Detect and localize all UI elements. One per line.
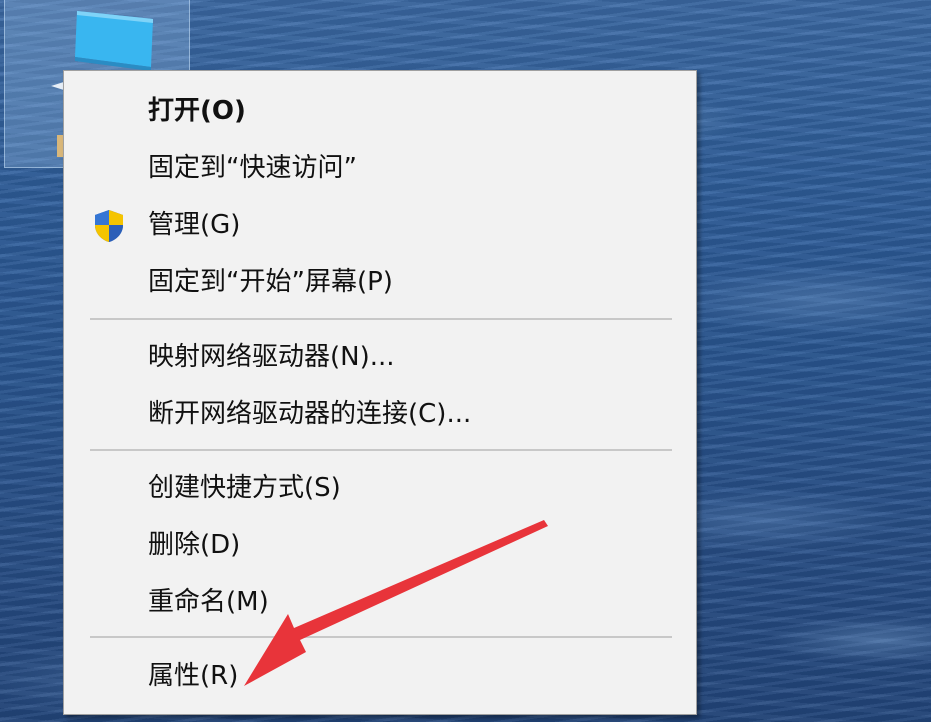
desktop-background: 打开(O) 固定到“快速访问” 管理(G) 固定到“开始”屏幕(P) 映射网络驱… xyxy=(0,0,931,722)
menu-item-label: 重命名(M) xyxy=(148,587,269,617)
context-menu: 打开(O) 固定到“快速访问” 管理(G) 固定到“开始”屏幕(P) 映射网络驱… xyxy=(63,70,697,715)
menu-item-map-network-drive[interactable]: 映射网络驱动器(N)... xyxy=(64,329,696,385)
menu-separator xyxy=(90,449,672,451)
menu-item-create-shortcut[interactable]: 创建快捷方式(S) xyxy=(64,460,696,516)
menu-item-label: 固定到“快速访问” xyxy=(148,153,357,183)
menu-item-disconnect-network-drive[interactable]: 断开网络驱动器的连接(C)... xyxy=(64,386,696,442)
menu-item-pin-start[interactable]: 固定到“开始”屏幕(P) xyxy=(64,254,696,310)
monitor-icon xyxy=(75,11,153,71)
uac-shield-icon xyxy=(95,210,123,242)
menu-item-label: 创建快捷方式(S) xyxy=(148,473,341,503)
menu-item-properties[interactable]: 属性(R) xyxy=(64,648,696,704)
menu-item-label: 打开(O) xyxy=(148,96,246,126)
menu-item-delete[interactable]: 删除(D) xyxy=(64,517,696,573)
menu-separator xyxy=(90,636,672,638)
menu-item-rename[interactable]: 重命名(M) xyxy=(64,574,696,630)
menu-separator xyxy=(90,318,672,320)
menu-item-label: 属性(R) xyxy=(148,661,239,691)
menu-item-open[interactable]: 打开(O) xyxy=(64,83,696,139)
menu-item-manage[interactable]: 管理(G) xyxy=(64,197,696,253)
menu-item-pin-quick-access[interactable]: 固定到“快速访问” xyxy=(64,140,696,196)
menu-item-label: 删除(D) xyxy=(148,530,241,560)
menu-item-label: 管理(G) xyxy=(148,210,241,240)
menu-item-label: 映射网络驱动器(N)... xyxy=(148,342,395,372)
menu-item-label: 断开网络驱动器的连接(C)... xyxy=(148,399,472,429)
menu-item-label: 固定到“开始”屏幕(P) xyxy=(148,267,393,297)
